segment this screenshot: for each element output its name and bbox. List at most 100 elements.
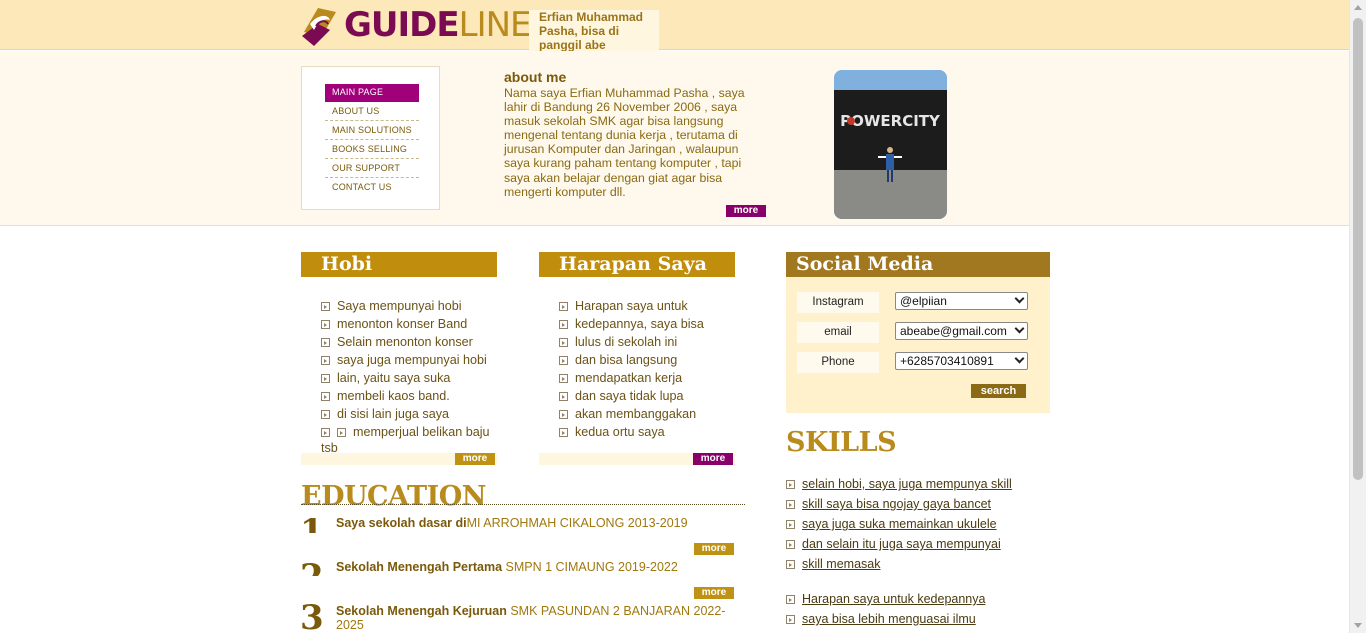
chevron-down-icon (1014, 353, 1025, 364)
list-item: lulus di sekolah ini (559, 333, 704, 351)
arrow-bullet-icon (321, 428, 330, 437)
arrow-bullet-icon (559, 392, 568, 401)
list-item-text: di sisi lain juga saya (337, 407, 450, 421)
list-item-text: saya juga mempunyai hobi (337, 353, 487, 367)
list-item-text: lulus di sekolah ini (575, 335, 678, 349)
photo-banner-text: POWERCITY (840, 112, 941, 130)
book-logo-icon (300, 2, 340, 48)
list-item: akan membanggakan (559, 405, 704, 423)
about-title: about me (504, 69, 567, 85)
nav-item-main-solutions[interactable]: MAIN SOLUTIONS (325, 122, 419, 140)
about-text: Nama saya Erfian Muhammad Pasha , saya l… (504, 86, 745, 199)
list-item-text: mendapatkan kerja (575, 371, 683, 385)
nav-item-books-selling[interactable]: BOOKS SELLING (325, 141, 419, 159)
list-item-text: lain, yaitu saya suka (337, 371, 451, 385)
skill-link-text: selain hobi, saya juga mempunya skill (802, 477, 1012, 491)
list-item: saya juga mempunyai hobi (321, 351, 490, 369)
education-number: 1 (300, 517, 324, 533)
skills-heading: SKILLS (786, 427, 897, 458)
arrow-bullet-icon (559, 338, 568, 347)
header-tagline: Erfian Muhammad Pasha, bisa di panggil a… (529, 10, 659, 52)
list-item: membeli kaos band. (321, 387, 490, 405)
list-item-text: kedua ortu saya (575, 425, 665, 439)
logo[interactable]: GUIDELINE (300, 2, 532, 48)
skills-list: selain hobi, saya juga mempunya skill sk… (786, 474, 1012, 574)
nav-item-our-support[interactable]: OUR SUPPORT (325, 160, 419, 178)
arrow-bullet-icon (321, 302, 330, 311)
skill-link[interactable]: saya juga suka memainkan ukulele (786, 514, 1012, 534)
instagram-select[interactable]: @elpiian (895, 292, 1028, 310)
list-item-text: membeli kaos band. (337, 389, 450, 403)
skill-link-text: skill memasak (802, 557, 881, 571)
email-select[interactable]: abeabe@gmail.com (895, 322, 1028, 340)
skill-link[interactable]: skill memasak (786, 554, 1012, 574)
education-heading: EDUCATION (301, 481, 486, 512)
arrow-bullet-icon (321, 392, 330, 401)
arrow-bullet-icon (559, 356, 568, 365)
chevron-down-icon (1014, 323, 1025, 334)
arrow-bullet-icon (321, 356, 330, 365)
arrow-bullet-icon (559, 410, 568, 419)
arrow-bullet-icon (786, 540, 795, 549)
education-more-button[interactable]: more (694, 543, 734, 555)
education-number: 2 (300, 562, 324, 576)
harapan-more-button[interactable]: more (693, 453, 733, 465)
list-item: memperjual belikan baju (321, 423, 490, 441)
skill-link-text: saya bisa lebih menguasai ilmu (802, 612, 976, 626)
list-item-text: memperjual belikan baju (353, 425, 490, 439)
search-button[interactable]: search (971, 384, 1026, 398)
arrow-bullet-icon (559, 428, 568, 437)
list-item-text: kedepannya, saya bisa (575, 317, 704, 331)
list-item-text: Saya mempunyai hobi (337, 299, 462, 313)
logo-text: GUIDELINE (344, 2, 532, 48)
list-item: Saya mempunyai hobi (321, 297, 490, 315)
arrow-bullet-icon (337, 428, 346, 437)
top-header: GUIDELINE Erfian Muhammad Pasha, bisa di… (0, 0, 1349, 52)
arrow-bullet-icon (786, 480, 795, 489)
logo-text-light: LINE (458, 5, 532, 45)
skill-link[interactable]: saya bisa lebih menguasai ilmu (786, 609, 985, 629)
instagram-select-value: @elpiian (900, 294, 947, 308)
skill-link[interactable]: dan selain itu juga saya mempunyai (786, 534, 1012, 554)
nav-item-main-page[interactable]: MAIN PAGE (325, 84, 419, 102)
profile-photo: POWERCITY (834, 70, 947, 219)
education-number: 3 (300, 603, 324, 633)
skill-link[interactable]: selain hobi, saya juga mempunya skill (786, 474, 1012, 494)
skill-link[interactable]: skill saya bisa ngojay gaya bancet (786, 494, 1012, 514)
phone-select[interactable]: +6285703410891 (895, 352, 1028, 370)
list-item-text: akan membanggakan (575, 407, 697, 421)
education-item-detail: SMPN 1 CIMAUNG 2019-2022 (502, 560, 678, 574)
hobi-list: Saya mempunyai hobi menonton konser Band… (321, 297, 490, 455)
about-more-button[interactable]: more (726, 205, 766, 217)
phone-label: Phone (797, 352, 879, 373)
arrow-bullet-icon (786, 615, 795, 624)
education-item-detail: MI ARROHMAH CIKALONG 2013-2019 (466, 516, 688, 530)
arrow-bullet-icon (786, 500, 795, 509)
nav-item-about-us[interactable]: ABOUT US (325, 103, 419, 121)
scroll-up-icon[interactable] (1354, 5, 1362, 10)
skills-list-2: Harapan saya untuk kedepannya saya bisa … (786, 589, 985, 629)
vertical-scrollbar[interactable] (1349, 0, 1366, 633)
list-item-text: menonton konser Band (337, 317, 468, 331)
education-item: Sekolah Menengah Pertama SMPN 1 CIMAUNG … (336, 560, 678, 574)
education-item-title: Sekolah Menengah Pertama (336, 560, 503, 574)
skill-link-text: saya juga suka memainkan ukulele (802, 517, 997, 531)
instagram-label: Instagram (797, 292, 879, 313)
list-item: kedua ortu saya (559, 423, 704, 441)
hobi-more-button[interactable]: more (455, 453, 495, 465)
education-item: Sekolah Menengah Kejuruan SMK PASUNDAN 2… (336, 604, 746, 632)
education-more-button[interactable]: more (694, 587, 734, 599)
education-item-title: Sekolah Menengah Kejuruan (336, 604, 507, 618)
arrow-bullet-icon (559, 302, 568, 311)
scrollbar-thumb[interactable] (1353, 18, 1363, 480)
hobi-heading: Hobi (301, 252, 497, 277)
list-item: dan saya tidak lupa (559, 387, 704, 405)
nav-item-contact-us[interactable]: CONTACT US (325, 179, 419, 197)
skill-link-text: dan selain itu juga saya mempunyai (802, 537, 1001, 551)
arrow-bullet-icon (321, 374, 330, 383)
list-item: mendapatkan kerja (559, 369, 704, 387)
skill-link[interactable]: Harapan saya untuk kedepannya (786, 589, 985, 609)
scroll-down-icon[interactable] (1354, 623, 1362, 628)
harapan-heading: Harapan Saya (539, 252, 735, 277)
education-divider (301, 504, 745, 505)
